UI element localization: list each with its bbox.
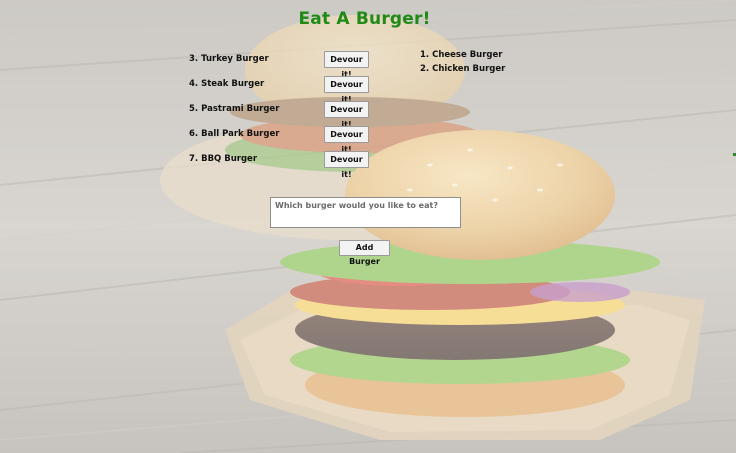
burger-name: 4. Steak Burger — [189, 79, 265, 89]
burger-name: 6. Ball Park Burger — [189, 129, 280, 139]
devour-button[interactable]: Devour it! — [324, 101, 369, 129]
devoured-burger-list: 1. Cheese Burger 2. Chicken Burger — [420, 48, 505, 76]
devour-button[interactable]: Devour it! — [324, 126, 369, 154]
devoured-burger-item: 2. Chicken Burger — [420, 64, 506, 74]
burger-list-item: 5. Pastrami Burger Devour it! — [189, 101, 379, 129]
page-content: Eat A Burger! 3. Turkey Burger Devour it… — [0, 0, 736, 453]
burger-name: 3. Turkey Burger — [189, 54, 269, 64]
burger-list-item: 7. BBQ Burger Devour it! — [189, 151, 379, 179]
burger-name-input[interactable] — [270, 197, 461, 228]
devour-button[interactable]: Devour it! — [324, 51, 369, 79]
devoured-burger-item: 1. Cheese Burger — [420, 50, 503, 60]
devour-button[interactable]: Devour it! — [324, 151, 369, 179]
devour-button[interactable]: Devour it! — [324, 76, 369, 104]
burger-list-item: 4. Steak Burger Devour it! — [189, 76, 379, 104]
burger-name: 5. Pastrami Burger — [189, 104, 280, 114]
burger-name: 7. BBQ Burger — [189, 154, 258, 164]
burger-list-item: 3. Turkey Burger Devour it! — [189, 51, 379, 79]
page-title: Eat A Burger! — [298, 9, 431, 29]
burger-list-item: 6. Ball Park Burger Devour it! — [189, 126, 379, 154]
add-burger-button[interactable]: Add Burger — [339, 240, 390, 266]
